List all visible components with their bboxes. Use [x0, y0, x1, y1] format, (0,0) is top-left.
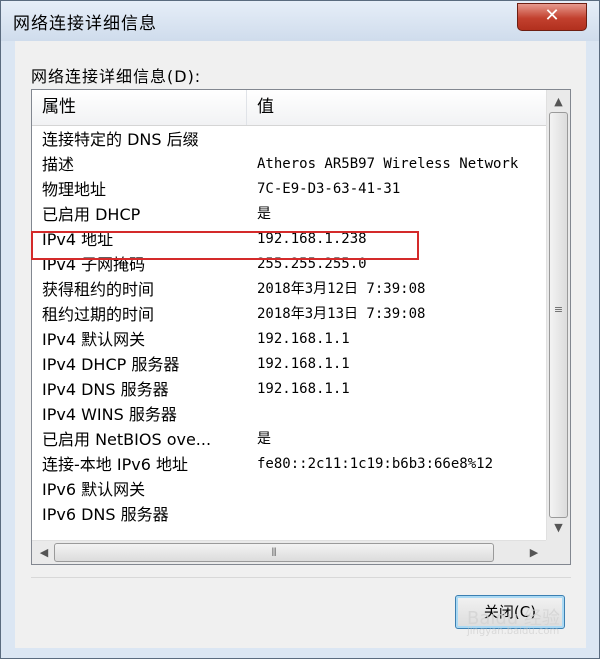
scroll-right-icon[interactable]: ▶ [524, 543, 544, 562]
property-value: fe80::2c11:1c19:b6b3:66e8%12 [257, 456, 494, 472]
property-value: 192.168.1.1 [257, 381, 350, 397]
scroll-up-icon[interactable]: ▲ [549, 92, 568, 112]
list-header: 属性 值 [32, 90, 547, 126]
list-rows: 连接特定的 DNS 后缀 描述 Atheros AR5B97 Wireless Ne… [32, 127, 547, 527]
property-value: Atheros AR5B97 Wireless Network [257, 156, 519, 172]
property-value: 7C-E9-D3-63-41-31 [257, 181, 401, 197]
property-name: IPv4 DNS 服务器 [42, 380, 169, 399]
vertical-scrollbar[interactable]: ▲ ≡ ▼ [546, 90, 570, 540]
dialog-body: 网络连接详细信息(D): 属性 值 连接特定的 DNS 后缀 描述 Atheros … [15, 41, 586, 648]
property-name: 已启用 NetBIOS ove... [42, 430, 212, 449]
table-row[interactable]: 连接-本地 IPv6 地址 fe80::2c11:1c19:b6b3:66e8%1… [32, 452, 547, 477]
property-name: 租约过期的时间 [42, 305, 155, 324]
scroll-down-icon[interactable]: ▼ [549, 518, 568, 538]
table-row[interactable]: IPv4 DHCP 服务器 192.168.1.1 [32, 352, 547, 377]
property-name: 连接特定的 DNS 后缀 [42, 130, 199, 149]
property-value: 192.168.1.1 [257, 356, 350, 372]
grip-icon: ≡ [553, 303, 564, 316]
property-name: IPv4 DHCP 服务器 [42, 355, 180, 374]
table-row[interactable]: IPv4 DNS 服务器 192.168.1.1 [32, 377, 547, 402]
property-value: 2018年3月13日 7:39:08 [257, 306, 426, 322]
property-name: 已启用 DHCP [42, 205, 141, 224]
column-divider[interactable] [246, 90, 247, 125]
watermark-url: jingyan.baidu.com [467, 626, 560, 637]
dialog-window: 网络连接详细信息 ✕ 网络连接详细信息(D): 属性 值 连接特定的 DNS 后… [0, 0, 600, 659]
vertical-scroll-thumb[interactable]: ≡ [549, 112, 568, 518]
property-name: 连接-本地 IPv6 地址 [42, 455, 188, 474]
window-title: 网络连接详细信息 [13, 14, 157, 34]
highlight-annotation [31, 231, 419, 260]
property-name: 描述 [42, 155, 75, 174]
table-row[interactable]: IPv4 WINS 服务器 [32, 402, 547, 427]
property-name: IPv6 默认网关 [42, 480, 146, 499]
horizontal-scroll-thumb[interactable]: ⦀ [54, 543, 494, 562]
details-listview[interactable]: 属性 值 连接特定的 DNS 后缀 描述 Atheros AR5B97 Wirele… [31, 89, 571, 565]
property-name: IPv4 默认网关 [42, 330, 146, 349]
property-name: IPv6 DNS 服务器 [42, 505, 169, 524]
table-row[interactable]: 描述 Atheros AR5B97 Wireless Network [32, 152, 547, 177]
table-row[interactable]: 租约过期的时间 2018年3月13日 7:39:08 [32, 302, 547, 327]
table-row[interactable]: 已启用 NetBIOS ove... 是 [32, 427, 547, 452]
details-label: 网络连接详细信息(D): [31, 67, 202, 86]
property-name: 获得租约的时间 [42, 280, 155, 299]
table-row[interactable]: IPv6 DNS 服务器 [32, 502, 547, 527]
property-value: 192.168.1.1 [257, 331, 350, 347]
scroll-left-icon[interactable]: ◀ [34, 543, 54, 562]
divider [31, 577, 571, 578]
window-close-button[interactable]: ✕ [517, 3, 587, 31]
table-row[interactable]: 物理地址 7C-E9-D3-63-41-31 [32, 177, 547, 202]
property-name: IPv4 WINS 服务器 [42, 405, 177, 424]
property-name: 物理地址 [42, 180, 107, 199]
property-value: 是 [257, 431, 271, 447]
title-bar[interactable]: 网络连接详细信息 ✕ [1, 1, 599, 41]
property-value: 2018年3月12日 7:39:08 [257, 281, 426, 297]
property-value: 是 [257, 206, 271, 222]
table-row[interactable]: 获得租约的时间 2018年3月12日 7:39:08 [32, 277, 547, 302]
table-row[interactable]: IPv4 默认网关 192.168.1.1 [32, 327, 547, 352]
grip-icon: ⦀ [271, 546, 277, 559]
table-row[interactable]: 连接特定的 DNS 后缀 [32, 127, 547, 152]
column-header-value[interactable]: 值 [257, 90, 274, 125]
column-header-property[interactable]: 属性 [42, 90, 76, 125]
table-row[interactable]: 已启用 DHCP 是 [32, 202, 547, 227]
horizontal-scrollbar[interactable]: ◀ ⦀ ▶ [32, 540, 546, 564]
table-row[interactable]: IPv6 默认网关 [32, 477, 547, 502]
close-icon: ✕ [544, 5, 560, 26]
scrollbar-corner [546, 540, 570, 564]
